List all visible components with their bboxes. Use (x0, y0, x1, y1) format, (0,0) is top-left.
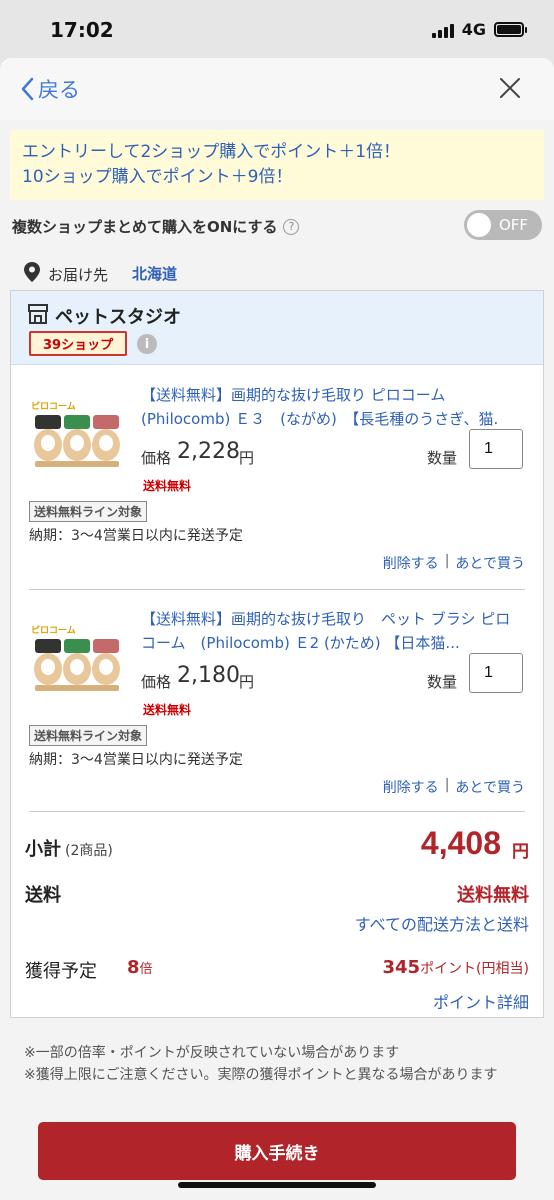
product-thumbnail[interactable]: ピロコーム (27, 397, 127, 477)
status-bar: 17:02 4G (0, 0, 554, 58)
promo-banner[interactable]: エントリーして2ショップ購入でポイント＋1倍！ 10ショップ購入でポイント＋9倍… (10, 130, 544, 200)
location-pin-icon (24, 262, 40, 282)
combine-shops-text: 複数ショップまとめて購入をONにする (12, 218, 278, 236)
points-multiplier-value: 8 (127, 957, 140, 978)
item-actions: 削除する | あとで買う (383, 777, 525, 797)
summary-divider (29, 811, 525, 812)
quantity-input[interactable]: 1 (469, 429, 523, 469)
top-nav: 戻る (0, 58, 554, 120)
help-icon[interactable]: ? (283, 218, 300, 235)
subtotal-value: 4,408 (420, 825, 501, 861)
note-line-1: ※一部の倍率・ポイントが反映されていない場合があります (24, 1045, 400, 1061)
checkout-button[interactable]: 購入手続き (38, 1122, 516, 1180)
action-separator: | (444, 553, 450, 569)
points-amount: 345 (382, 957, 421, 978)
shop-name[interactable]: ペットスタジオ (55, 303, 181, 329)
price-yen: 円 (239, 673, 255, 691)
back-label: 戻る (38, 78, 80, 102)
subtotal-text: 小計 (25, 839, 61, 860)
svg-text:ピロコーム: ピロコーム (31, 400, 76, 412)
promo-line-2: 10ショップ購入でポイント＋9倍！ (22, 167, 293, 187)
product-title[interactable]: 【送料無料】画期的な抜け毛取り ペット ブラシ ピロコーム (Philocomb… (141, 607, 521, 655)
close-icon[interactable] (498, 76, 522, 100)
free-shipping-line-badge: 送料無料ライン対象 (29, 725, 148, 746)
promo-line-1: エントリーして2ショップ購入でポイント＋1倍！ (22, 142, 401, 162)
price-label: 価格 (141, 449, 172, 467)
price-yen: 円 (239, 449, 255, 467)
product-title[interactable]: 【送料無料】画期的な抜け毛取り ピロコーム (Philocomb) Ｅ３ (なが… (141, 383, 521, 431)
notes: ※一部の倍率・ポイントが反映されていない場合があります ※獲得上限にご注意くださ… (24, 1042, 534, 1086)
subtotal-label: 小計 (2商品) (25, 835, 113, 861)
status-time: 17:02 (50, 18, 114, 42)
shipping-label: 送料 (25, 885, 61, 906)
points-multiplier: 8倍 (127, 957, 153, 978)
shop-card: ペットスタジオ 39ショップ i ピロコーム 【送料無料】画期的な抜け毛取り ピ… (10, 290, 544, 1018)
39-shop-badge: 39ショップ (29, 331, 128, 356)
price-label: 価格 (141, 673, 172, 691)
svg-text:ピロコーム: ピロコーム (31, 624, 76, 636)
subtotal-yen: 円 (512, 842, 529, 862)
points-multiplier-unit: 倍 (139, 962, 153, 977)
destination-value[interactable]: 北海道 (132, 263, 177, 284)
cart-sheet: 戻る エントリーして2ショップ購入でポイント＋1倍！ 10ショップ購入でポイント… (0, 58, 554, 1200)
back-button[interactable]: 戻る (20, 74, 80, 104)
action-separator: | (444, 777, 450, 793)
battery-icon (494, 22, 527, 37)
save-for-later-link[interactable]: あとで買う (455, 777, 525, 797)
combine-shops-row: 複数ショップまとめて購入をONにする ? OFF (0, 200, 554, 252)
subtotal-count: (2商品) (65, 843, 113, 859)
store-icon (28, 304, 48, 324)
shipping-value: 送料無料 (457, 885, 529, 906)
info-icon[interactable]: i (137, 334, 157, 354)
network-label: 4G (461, 20, 486, 39)
item-actions: 削除する | あとで買う (383, 553, 525, 573)
status-icons: 4G (431, 20, 527, 39)
signal-icon (431, 22, 454, 38)
chevron-left-icon (21, 77, 34, 101)
destination-label: お届け先 (48, 266, 109, 284)
combine-shops-label: 複数ショップまとめて購入をONにする ? (12, 216, 300, 237)
points-unit: ポイント(円相当) (420, 961, 529, 977)
quantity-input[interactable]: 1 (469, 653, 523, 693)
note-line-2: ※獲得上限にご注意ください。実際の獲得ポイントと異なる場合があります (24, 1067, 498, 1083)
shop-header: ペットスタジオ 39ショップ i (11, 291, 543, 365)
combine-shops-toggle[interactable]: OFF (464, 210, 542, 240)
quantity-label: 数量 (427, 449, 458, 467)
quantity-label: 数量 (427, 673, 458, 691)
delivery-estimate: 納期：3〜4営業日以内に発送予定 (29, 752, 243, 768)
home-indicator (178, 1182, 376, 1188)
points-label: 獲得予定 (25, 961, 97, 982)
shipping-free-label: 送料無料 (143, 703, 192, 717)
product-thumbnail[interactable]: ピロコーム (27, 621, 127, 701)
price-value: 2,228 (177, 439, 240, 464)
toggle-knob (467, 213, 491, 237)
shipping-free-label: 送料無料 (143, 479, 192, 493)
save-for-later-link[interactable]: あとで買う (455, 553, 525, 573)
shipping-methods-link[interactable]: すべての配送方法と送料 (355, 911, 529, 935)
free-shipping-line-badge: 送料無料ライン対象 (29, 501, 148, 522)
item-divider (29, 589, 525, 590)
delete-link[interactable]: 削除する (383, 777, 439, 797)
delivery-estimate: 納期：3〜4営業日以内に発送予定 (29, 528, 243, 544)
points-value: 345ポイント(円相当) (382, 957, 529, 978)
toggle-state: OFF (498, 216, 528, 234)
price-value: 2,180 (177, 663, 240, 688)
points-detail-link[interactable]: ポイント詳細 (433, 989, 529, 1013)
delete-link[interactable]: 削除する (383, 553, 439, 573)
